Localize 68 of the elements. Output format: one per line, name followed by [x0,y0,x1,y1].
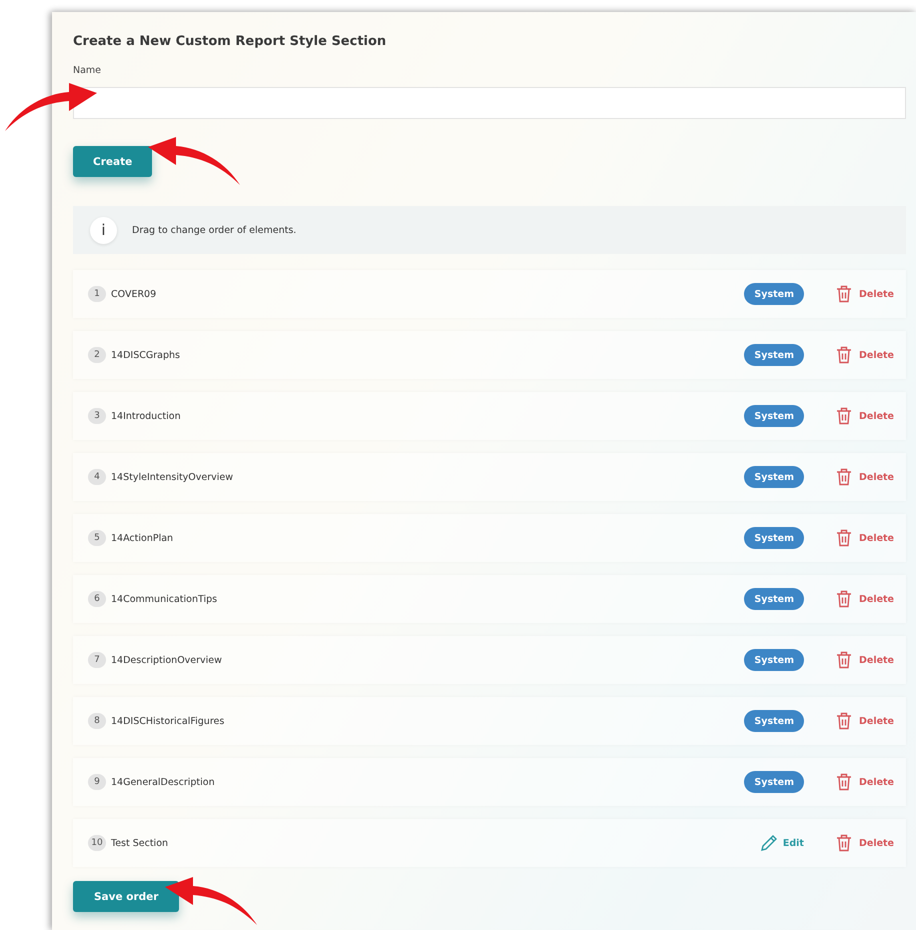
system-tag: System [744,344,804,366]
trash-icon [836,529,852,547]
delete-link[interactable]: Delete [836,346,894,364]
section-name: COVER09 [111,288,158,300]
delete-link[interactable]: Delete [836,590,894,608]
info-icon: i [90,216,117,244]
section-name: 14GeneralDescription [111,776,216,788]
delete-link[interactable]: Delete [836,407,894,425]
section-row[interactable]: 4 14StyleIntensityOverview System Delete [73,453,906,501]
section-row[interactable]: 8 14DISCHistoricalFigures System Delete [73,697,906,745]
order-number: 4 [88,469,106,485]
delete-link[interactable]: Delete [836,651,894,669]
section-row[interactable]: 6 14CommunicationTips System Delete [73,575,906,623]
order-number: 9 [88,774,106,790]
pencil-icon [760,834,778,852]
delete-link[interactable]: Delete [836,712,894,730]
section-row[interactable]: 1 COVER09 System Delete [73,270,906,318]
system-tag: System [744,771,804,793]
order-number: 5 [88,530,106,546]
order-number: 10 [88,835,106,851]
section-name: Test Section [111,838,170,848]
section-name: 14StyleIntensityOverview [111,472,234,482]
trash-icon [836,651,852,669]
create-button[interactable]: Create [73,146,152,177]
delete-link[interactable]: Delete [836,773,894,791]
trash-icon [836,346,852,364]
form-title: Create a New Custom Report Style Section [73,34,388,50]
order-number: 6 [88,591,106,607]
order-number: 8 [88,713,106,729]
delete-link[interactable]: Delete [836,285,894,303]
edit-link[interactable]: Edit [760,834,804,852]
system-tag: System [744,588,804,610]
order-number: 1 [88,286,106,302]
order-number: 7 [88,652,106,668]
section-name: 14ActionPlan [111,532,174,544]
section-row[interactable]: 5 14ActionPlan System Delete [73,514,906,562]
order-number: 3 [88,408,106,424]
system-tag: System [744,466,804,488]
section-row[interactable]: 2 14DISCGraphs System Delete [73,331,906,379]
name-field[interactable] [73,87,906,119]
section-row[interactable]: 3 14Introduction System Delete [73,392,906,440]
trash-icon [836,773,852,791]
system-tag: System [744,405,804,427]
section-name: 14DescriptionOverview [111,654,223,666]
system-tag: System [744,649,804,671]
name-label: Name [73,64,102,78]
trash-icon [836,407,852,425]
section-name: 14CommunicationTips [111,594,218,604]
delete-link[interactable]: Delete [836,468,894,486]
delete-link[interactable]: Delete [836,529,894,547]
section-name: 14DISCGraphs [111,350,181,360]
info-text: Drag to change order of elements. [132,224,296,236]
trash-icon [836,590,852,608]
system-tag: System [744,527,804,549]
section-row[interactable]: 7 14DescriptionOverview System Delete [73,636,906,684]
section-name: 14Introduction [111,410,182,422]
system-tag: System [744,283,804,305]
save-order-button[interactable]: Save order [73,881,180,912]
trash-icon [836,468,852,486]
trash-icon [836,834,852,852]
section-row[interactable]: 9 14GeneralDescription System Delete [73,758,906,806]
trash-icon [836,712,852,730]
system-tag: System [744,710,804,732]
trash-icon [836,285,852,303]
order-number: 2 [88,347,106,363]
section-name: 14DISCHistoricalFigures [111,716,226,726]
section-row[interactable]: 10 Test Section Edit Delete [73,819,906,867]
delete-link[interactable]: Delete [836,834,894,852]
